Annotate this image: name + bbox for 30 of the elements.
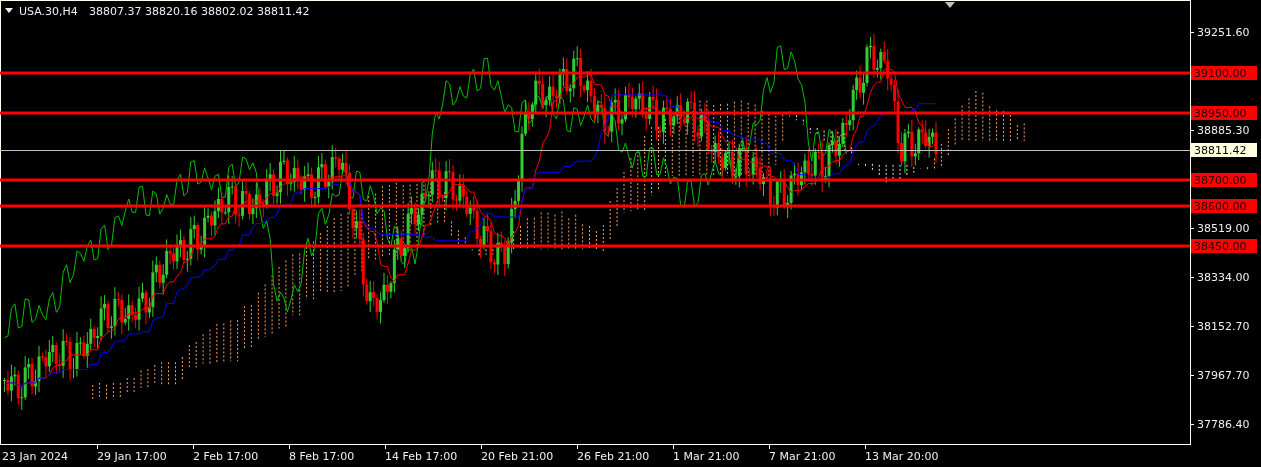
price-axis-label: 38885.30: [1197, 124, 1250, 137]
time-axis-label: 2 Feb 17:00: [193, 450, 259, 463]
level-line[interactable]: [0, 178, 1190, 182]
time-axis-label: 1 Mar 21:00: [673, 450, 740, 463]
time-axis-label: 8 Feb 17:00: [289, 450, 355, 463]
current-price-label: 38811.42: [1191, 143, 1257, 157]
time-axis-label: 14 Feb 17:00: [385, 450, 458, 463]
time-axis-label: 29 Jan 17:00: [97, 450, 167, 463]
price-axis-label: 39251.60: [1197, 26, 1250, 39]
level-price-label: 38700.00: [1191, 173, 1257, 187]
level-line[interactable]: [0, 244, 1190, 248]
price-axis-label: 38519.00: [1197, 222, 1250, 235]
level-price-label: 38950.00: [1191, 106, 1257, 120]
time-axis-label: 7 Mar 21:00: [769, 450, 836, 463]
time-axis-label: 20 Feb 21:00: [481, 450, 554, 463]
price-axis-label: 38152.70: [1197, 320, 1250, 333]
time-axis-label: 13 Mar 20:00: [865, 450, 939, 463]
price-axis-label: 37786.40: [1197, 418, 1250, 431]
level-price-label: 38450.00: [1191, 239, 1257, 253]
symbol-label: USA.30,H4: [19, 5, 78, 18]
chart-shift-marker-icon[interactable]: [945, 2, 955, 8]
time-axis-label: 26 Feb 21:00: [577, 450, 650, 463]
level-price-label: 38600.00: [1191, 199, 1257, 213]
time-axis-label: 23 Jan 2024: [2, 450, 68, 463]
price-axis-label: 37967.70: [1197, 369, 1250, 382]
price-axis-label: 38334.00: [1197, 271, 1250, 284]
level-price-label: 39100.00: [1191, 66, 1257, 80]
dropdown-icon[interactable]: [5, 8, 13, 13]
level-line[interactable]: [0, 71, 1190, 75]
ohlc-values: 38807.37 38820.16 38802.02 38811.42: [89, 5, 310, 18]
